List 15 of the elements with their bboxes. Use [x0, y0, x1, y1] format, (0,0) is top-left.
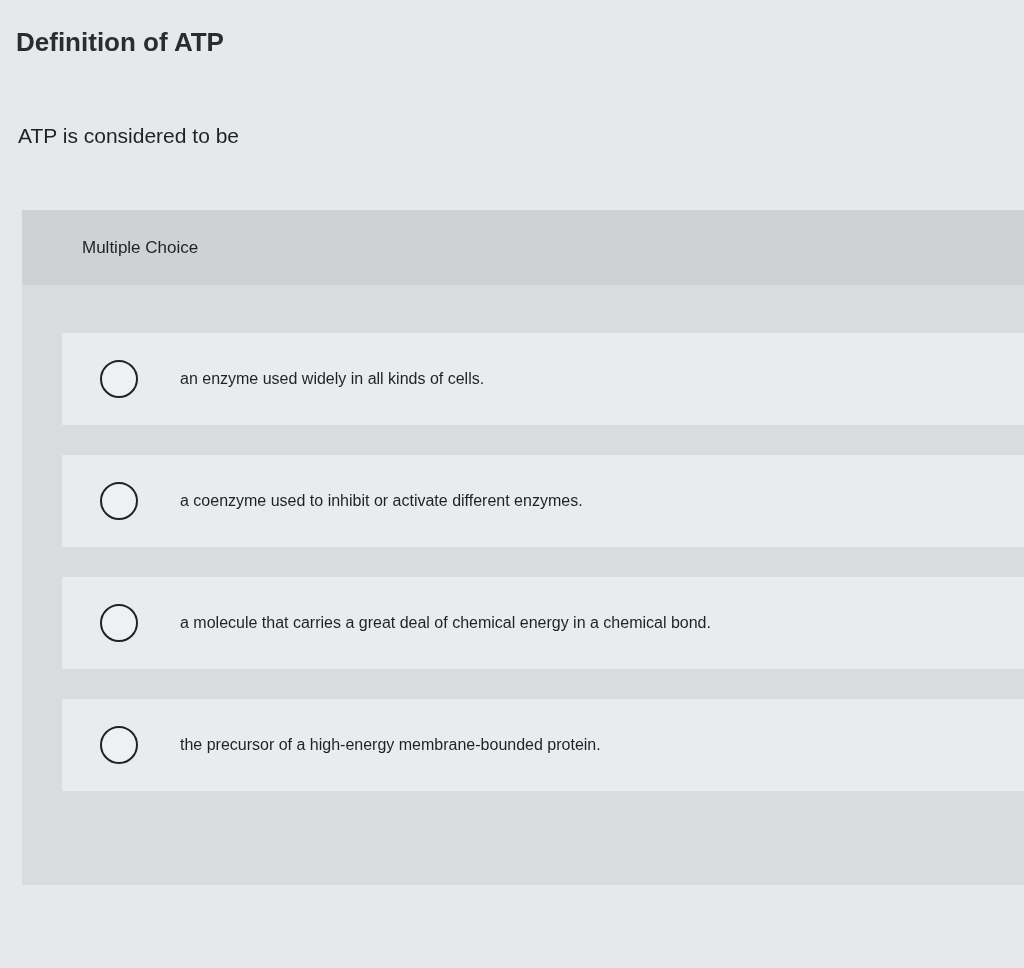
answer-option[interactable]: an enzyme used widely in all kinds of cells. — [62, 333, 1024, 425]
radio-button[interactable] — [100, 726, 138, 764]
option-text: a coenzyme used to inhibit or activate different enzymes. — [180, 491, 583, 511]
radio-button[interactable] — [100, 360, 138, 398]
answer-option[interactable]: the precursor of a high-energy membrane-bounded protein. — [62, 699, 1024, 791]
radio-button[interactable] — [100, 482, 138, 520]
option-text: the precursor of a high-energy membrane-bounded protein. — [180, 735, 601, 755]
option-text: a molecule that carries a great deal of chemical energy in a chemical bond. — [180, 613, 711, 633]
page-title: Definition of ATP — [16, 26, 224, 58]
answer-option[interactable]: a coenzyme used to inhibit or activate different enzymes. — [62, 455, 1024, 547]
radio-button[interactable] — [100, 604, 138, 642]
option-text: an enzyme used widely in all kinds of cells. — [180, 369, 485, 389]
question-text: ATP is considered to be — [18, 123, 239, 149]
panel-heading: Multiple Choice — [82, 236, 199, 259]
answer-option[interactable]: a molecule that carries a great deal of chemical energy in a chemical bond. — [62, 577, 1024, 669]
